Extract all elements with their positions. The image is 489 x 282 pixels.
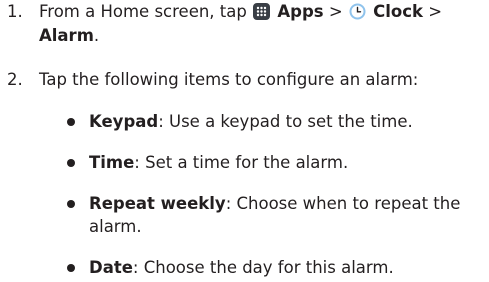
step-1-end: . [93,26,100,45]
bullet-desc: : Set a time for the alarm. [134,153,349,172]
list-item-continuation: alarm. [89,217,142,237]
alarm-label: Alarm [39,26,94,45]
step-1-line-1: From a Home screen, tap Apps > Clock > [39,2,442,22]
bullet-term: Repeat weekly [89,194,226,213]
step-1-line-2: Alarm. [39,26,99,46]
bullet-desc: : Choose the day for this alarm. [132,258,394,277]
bullet-dot [67,118,75,126]
separator-1: > [328,2,343,21]
clock-icon [349,3,366,20]
separator-2: > [428,2,443,21]
bullet-dot [67,264,75,272]
bullet-desc-cont: alarm. [89,217,142,236]
bullet-term: Date [89,258,133,277]
step-1-intro-text: From a Home screen, tap [39,2,247,21]
bullet-dot [67,200,75,208]
apps-grid-icon [253,3,271,20]
bullet-dot [67,159,75,167]
bullet-desc: : Choose when to repeat the [225,194,461,213]
bullet-term: Keypad [89,112,159,131]
step-2-text: Tap the following items to configure an … [39,70,419,89]
step-2-number: 2. [7,70,23,89]
apps-label: Apps [277,2,324,21]
bullet-desc: : Use a keypad to set the time. [158,112,413,131]
bullet-term: Time [89,153,135,172]
step-1-number: 1. [7,2,23,21]
instructions-page: 1. From a Home screen, tap Apps > Clock … [0,0,489,282]
clock-label: Clock [373,2,424,21]
